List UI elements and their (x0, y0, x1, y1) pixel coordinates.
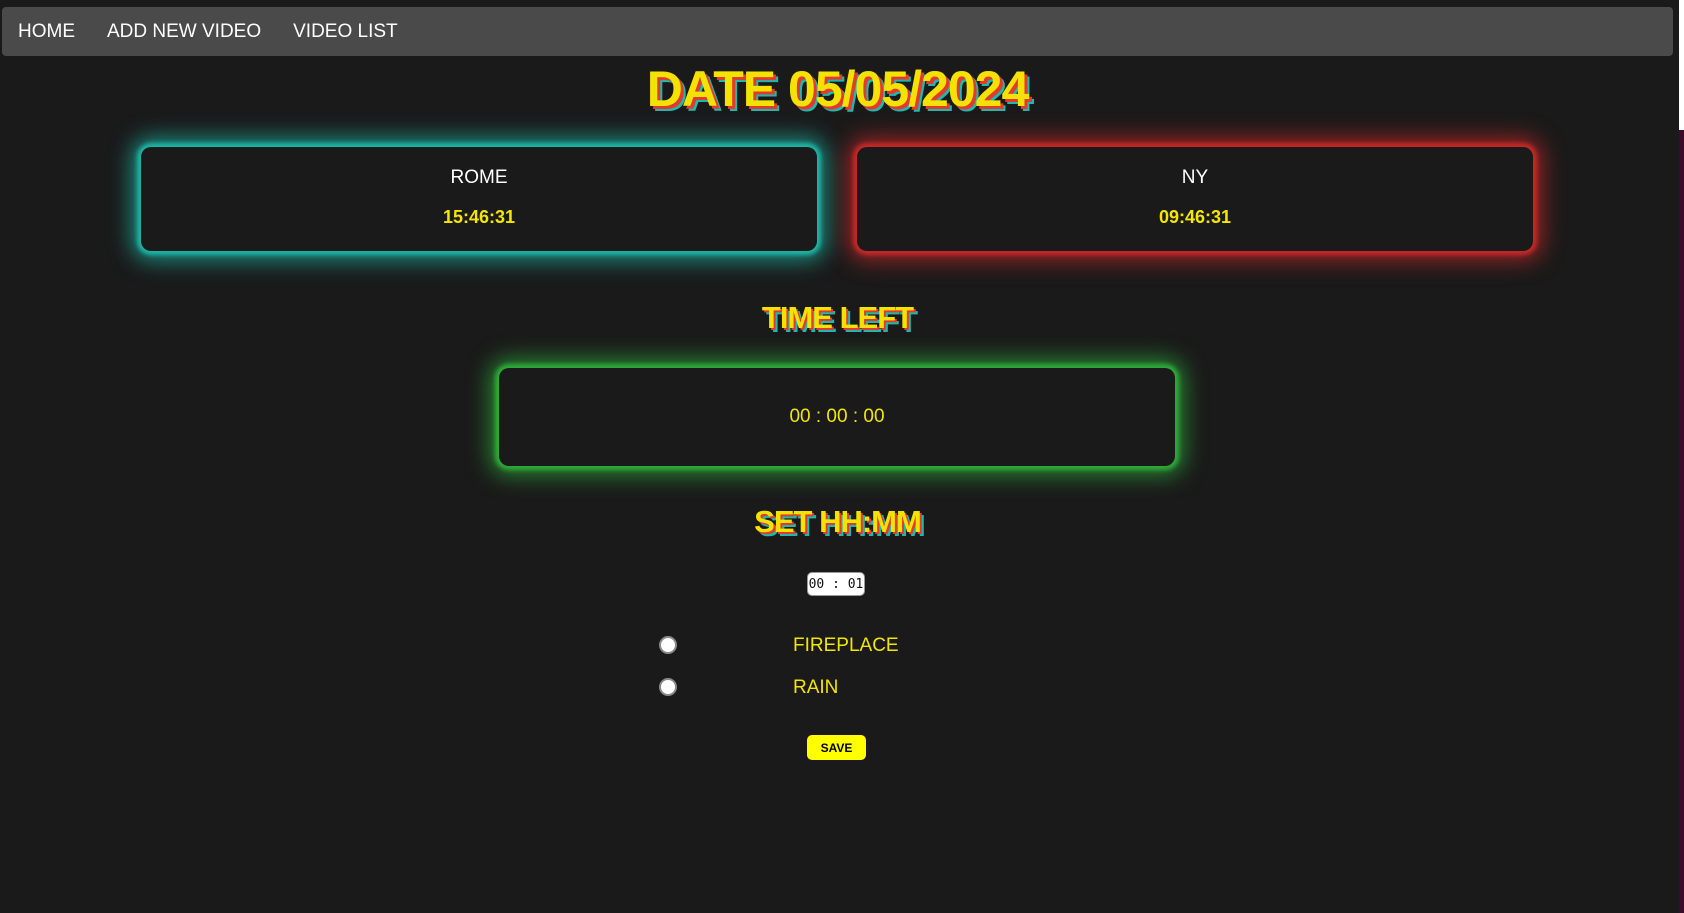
sound-option-rain: RAIN (0, 676, 1675, 700)
nav-link-video-list[interactable]: VIDEO LIST (293, 21, 398, 43)
time-left-card: 00 : 00 : 00 (499, 368, 1175, 466)
nav-link-home[interactable]: HOME (18, 21, 75, 43)
clock-time-value: 15:46:31 (442, 207, 516, 227)
scrollbar-thumb[interactable] (1679, 0, 1684, 130)
time-input-value: 00 : 01 (808, 576, 864, 592)
clock-time-value: 09:46:31 (1158, 207, 1232, 227)
radio-fireplace[interactable] (659, 636, 677, 654)
clock-city-label: ROME (450, 167, 508, 188)
radio-label-fireplace: FIREPLACE (793, 635, 899, 656)
nav-link-add-new-video[interactable]: ADD NEW VIDEO (107, 21, 261, 43)
clock-card-ny: NY 09:46:31 (857, 147, 1533, 251)
clock-city-label: NY (1181, 167, 1209, 188)
time-left-value: 00 : 00 : 00 (789, 406, 885, 427)
radio-rain[interactable] (659, 678, 677, 696)
page-title-date: DATE 05/05/2024 (646, 61, 1030, 117)
save-button[interactable]: SAVE (807, 735, 866, 760)
set-time-heading: SET HH:MM (754, 504, 922, 539)
scrollbar-track[interactable] (1679, 0, 1684, 913)
navbar: HOME ADD NEW VIDEO VIDEO LIST (2, 7, 1673, 56)
sound-option-fireplace: FIREPLACE (0, 634, 1675, 658)
clock-card-rome: ROME 15:46:31 (141, 147, 817, 251)
time-input-hhmm[interactable]: 00 : 01 (807, 572, 865, 596)
time-left-heading: TIME LEFT (761, 300, 914, 335)
radio-label-rain: RAIN (793, 677, 839, 698)
